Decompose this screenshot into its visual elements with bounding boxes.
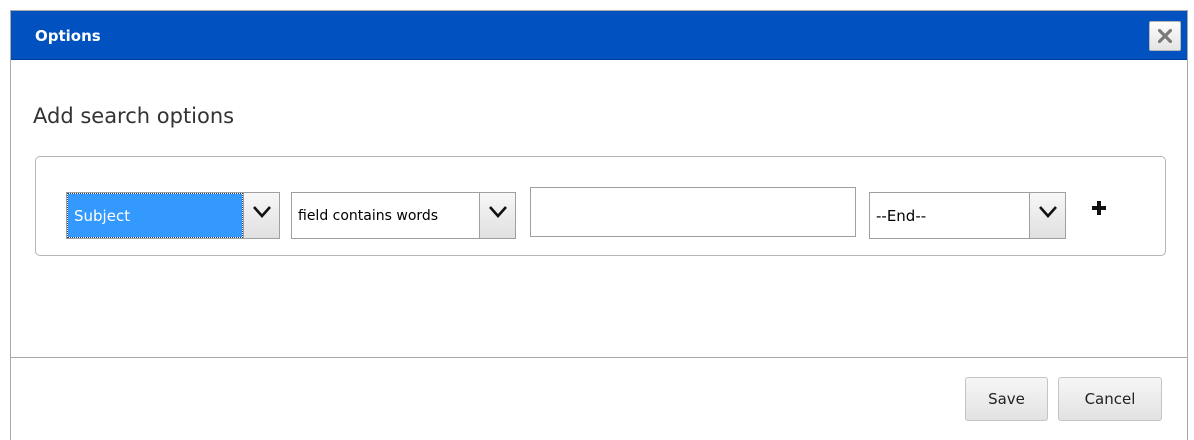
field-select-value: Subject bbox=[67, 193, 243, 238]
options-dialog: Options Add search options Subject field… bbox=[10, 10, 1188, 440]
save-button[interactable]: Save bbox=[965, 377, 1048, 421]
cancel-button[interactable]: Cancel bbox=[1058, 377, 1162, 421]
field-select-toggle[interactable] bbox=[243, 193, 279, 238]
search-criteria-row: Subject field contains words --End-- bbox=[35, 156, 1166, 256]
operator-select-value: field contains words bbox=[298, 207, 439, 224]
operator-select[interactable]: field contains words bbox=[291, 192, 516, 239]
field-select[interactable]: Subject bbox=[66, 192, 280, 239]
plus-icon bbox=[1092, 201, 1106, 215]
chevron-down-icon bbox=[253, 206, 271, 218]
end-select-toggle[interactable] bbox=[1029, 193, 1065, 238]
footer-divider bbox=[11, 357, 1187, 358]
section-heading: Add search options bbox=[33, 104, 235, 128]
close-icon bbox=[1158, 29, 1172, 43]
chevron-down-icon bbox=[1039, 206, 1057, 218]
close-button[interactable] bbox=[1149, 21, 1181, 51]
end-select[interactable]: --End-- bbox=[869, 192, 1066, 239]
dialog-title: Options bbox=[35, 27, 101, 45]
end-select-value: --End-- bbox=[876, 206, 927, 225]
search-text-input[interactable] bbox=[530, 187, 856, 237]
dialog-titlebar: Options bbox=[11, 11, 1187, 60]
add-criteria-button[interactable] bbox=[1089, 198, 1109, 218]
chevron-down-icon bbox=[489, 206, 507, 218]
operator-select-toggle[interactable] bbox=[479, 193, 515, 238]
